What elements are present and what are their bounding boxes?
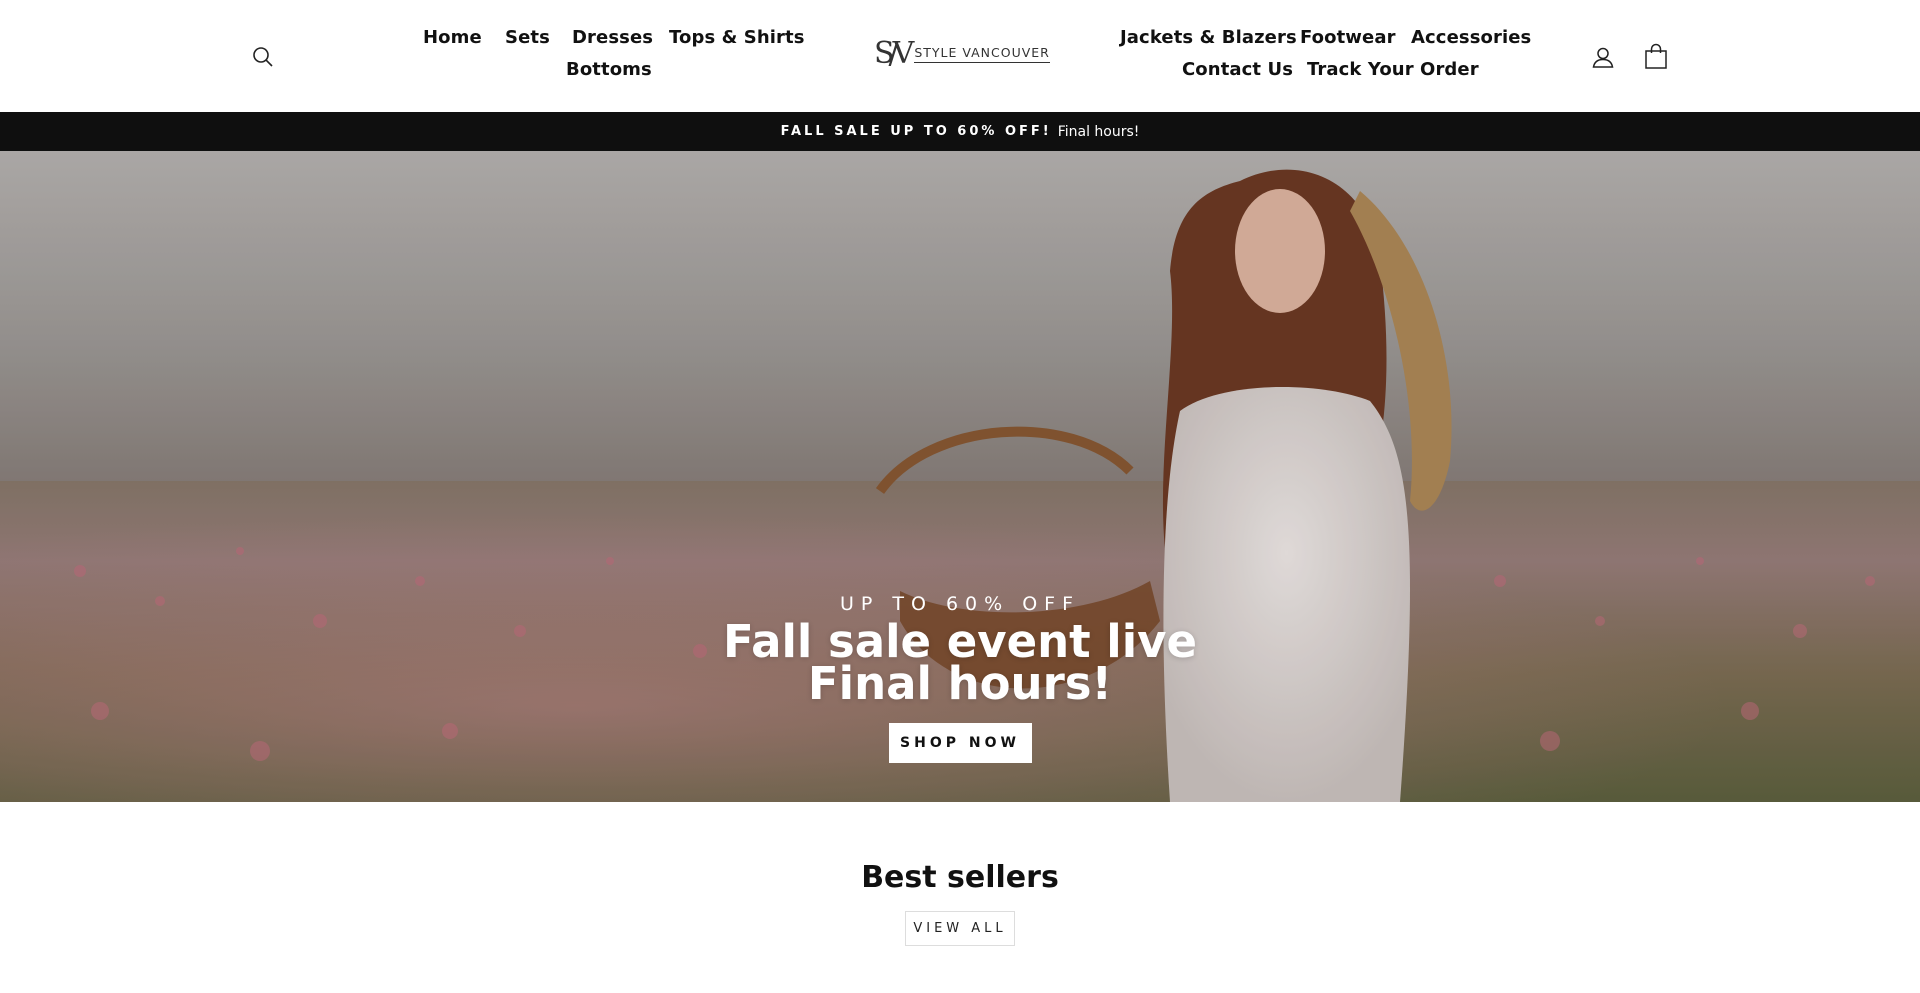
nav-sets-label: Sets <box>505 27 550 48</box>
site-header: Home Sets Dresses Tops & Shirts Bottoms … <box>0 0 1920 112</box>
cart-icon <box>1645 43 1667 69</box>
nav-footwear[interactable]: Footwear <box>1300 27 1396 48</box>
announcement-text: Final hours! <box>1057 123 1140 140</box>
nav-home-label: Home <box>423 27 482 48</box>
nav-sets[interactable]: Sets <box>505 27 550 48</box>
hero-eyebrow: UP TO 60% OFF <box>839 593 1081 615</box>
nav-footwear-label: Footwear <box>1300 27 1396 48</box>
nav-track-order[interactable]: Track Your Order <box>1307 59 1479 80</box>
account-button[interactable] <box>1588 42 1618 72</box>
nav-jackets-blazers-label: Jackets & Blazers <box>1120 27 1297 48</box>
hero-banner[interactable]: UP TO 60% OFF Fall sale event live Final… <box>0 151 1920 802</box>
nav-tops-shirts[interactable]: Tops & Shirts <box>669 27 805 48</box>
shop-now-button[interactable]: SHOP NOW <box>888 723 1032 763</box>
cart-button[interactable] <box>1640 40 1672 72</box>
announcement-bar[interactable]: FALL SALE UP TO 60% OFF! Final hours! <box>0 112 1920 151</box>
nav-contact-us[interactable]: Contact Us <box>1182 59 1293 80</box>
hero-content: UP TO 60% OFF Fall sale event live Final… <box>0 593 1920 763</box>
search-button[interactable] <box>248 42 278 72</box>
nav-bottoms-label: Bottoms <box>566 59 652 80</box>
announcement-bold: FALL SALE UP TO 60% OFF! <box>780 124 1052 139</box>
nav-bottoms[interactable]: Bottoms <box>566 59 652 80</box>
nav-contact-us-label: Contact Us <box>1182 59 1294 80</box>
nav-jackets-blazers[interactable]: Jackets & Blazers <box>1120 27 1297 48</box>
nav-accessories[interactable]: Accessories <box>1411 27 1531 48</box>
logo-mark: S/V <box>874 36 914 71</box>
site-logo[interactable]: S/V STYLE VANCOUVER <box>874 34 1050 74</box>
nav-track-order-label: Track Your Order <box>1307 59 1479 80</box>
nav-accessories-label: Accessories <box>1411 27 1532 48</box>
nav-dresses[interactable]: Dresses <box>572 27 653 48</box>
view-all-button[interactable]: VIEW ALL <box>905 911 1015 946</box>
best-sellers-title: Best sellers <box>861 860 1059 895</box>
hero-title-line2: Final hours! <box>807 657 1113 710</box>
best-sellers-section: Best sellers VIEW ALL <box>0 860 1920 946</box>
user-icon <box>1592 47 1614 68</box>
nav-home[interactable]: Home <box>423 27 482 48</box>
nav-tops-shirts-label: Tops & Shirts <box>669 27 805 48</box>
nav-dresses-label: Dresses <box>572 27 654 48</box>
search-icon <box>253 47 273 67</box>
logo-text: STYLE VANCOUVER <box>914 45 1050 63</box>
